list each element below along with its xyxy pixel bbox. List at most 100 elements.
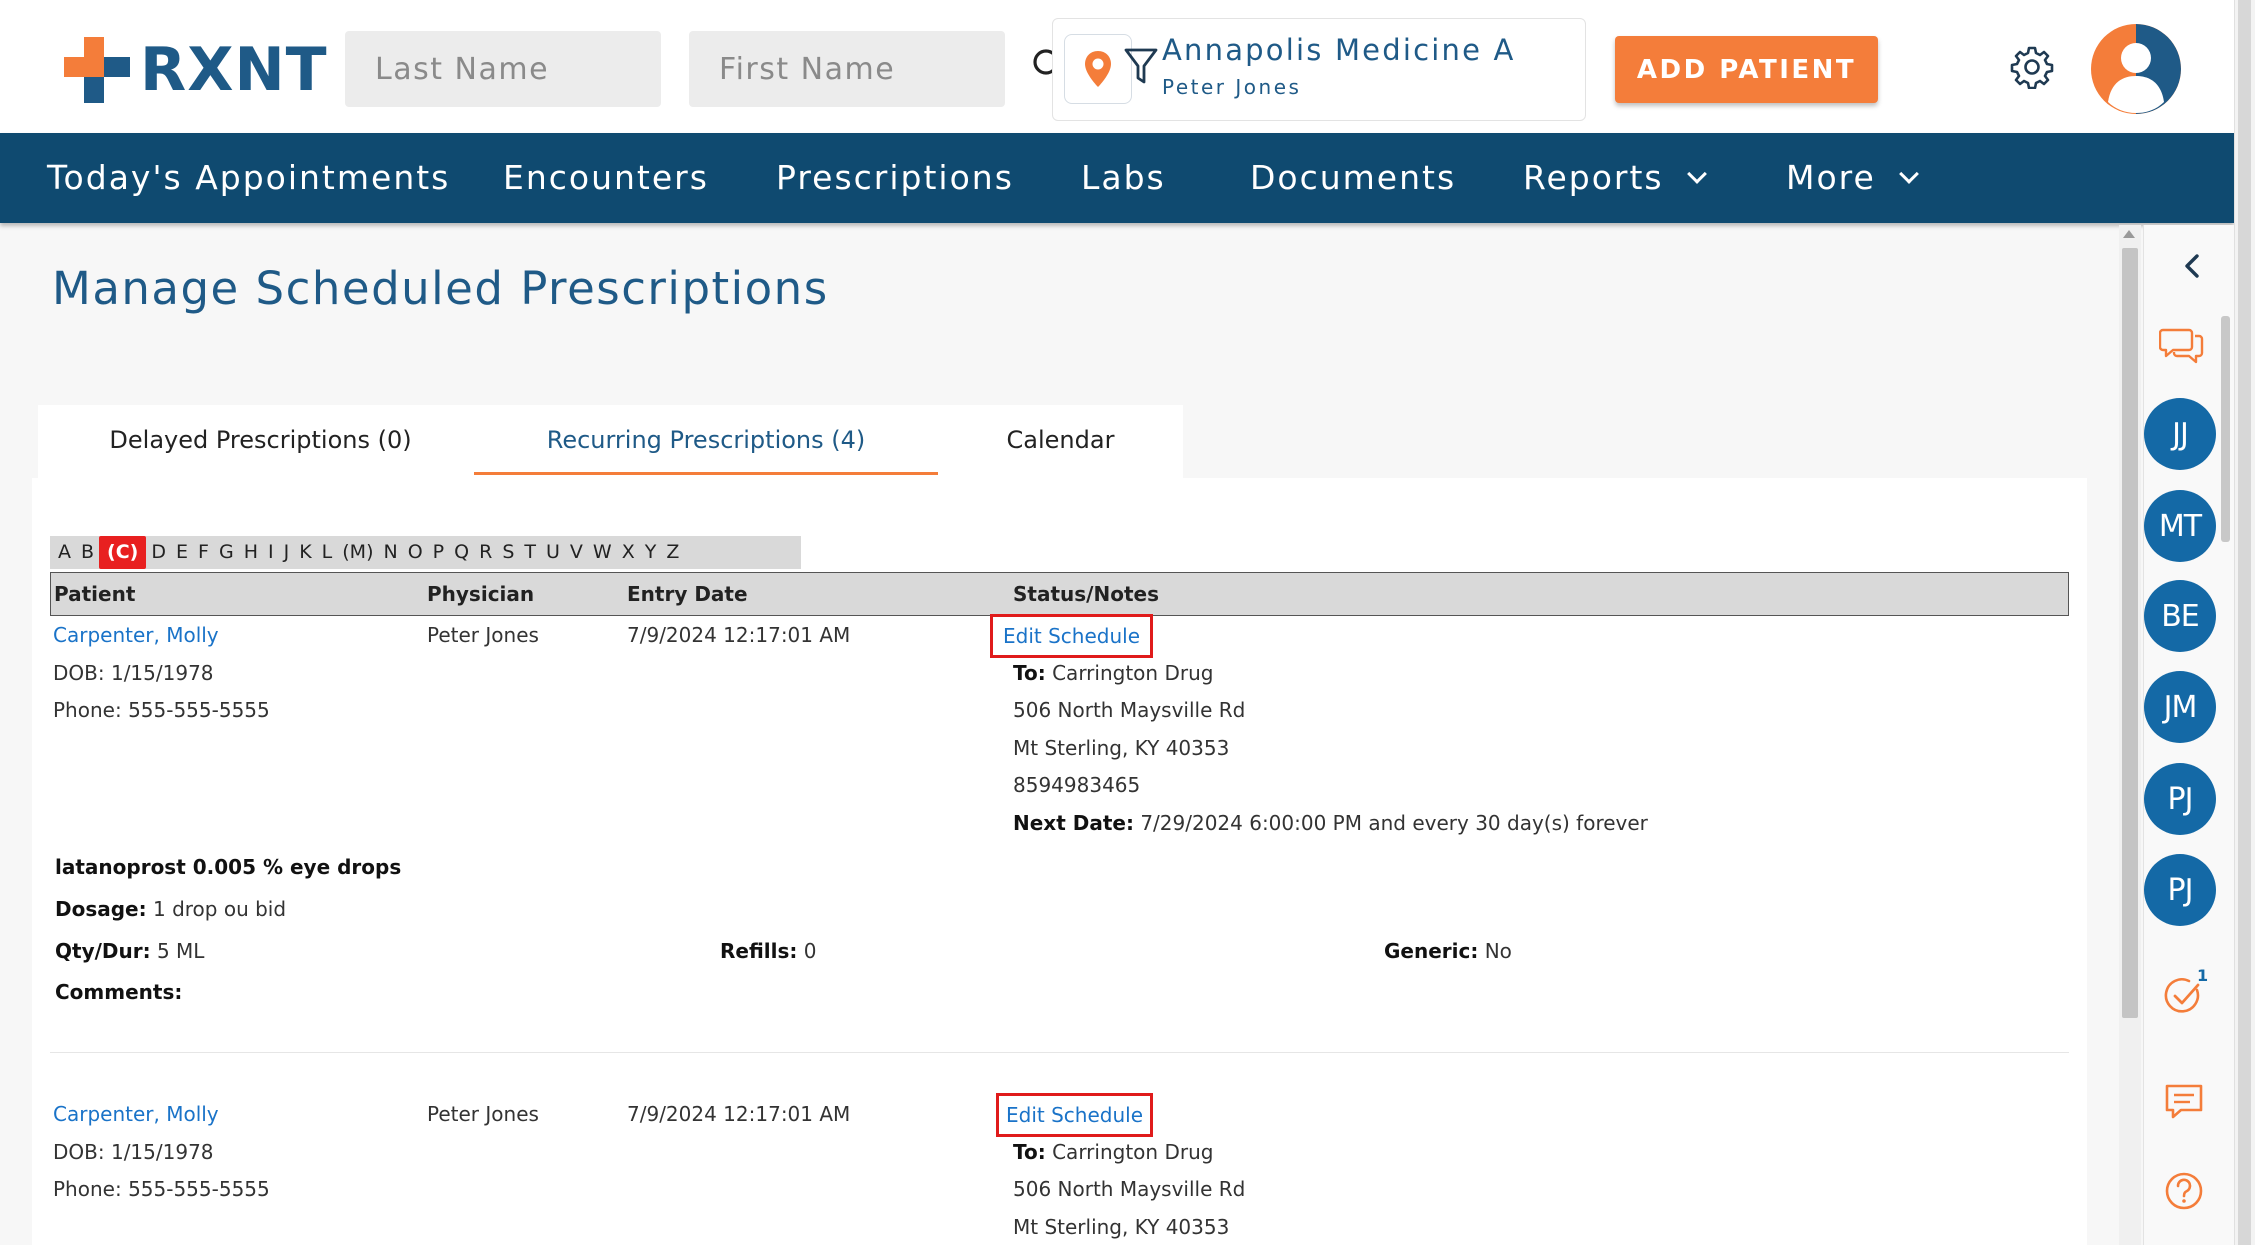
alpha-filter-p[interactable]: P — [428, 536, 449, 569]
row-divider — [50, 1052, 2069, 1053]
nav-prescriptions[interactable]: Prescriptions — [776, 133, 1014, 223]
column-header-patient[interactable]: Patient — [54, 582, 135, 606]
user-avatar[interactable] — [2091, 24, 2181, 114]
edit-schedule-button[interactable]: Edit Schedule — [990, 614, 1153, 658]
column-header-status: Status/Notes — [1013, 582, 1159, 606]
page-scrollbar-thumb[interactable] — [2238, 0, 2251, 1245]
alpha-filter-a[interactable]: A — [53, 536, 76, 569]
alpha-filter-s[interactable]: S — [497, 536, 519, 569]
nav-todays-appointments[interactable]: Today's Appointments — [47, 133, 450, 223]
nav-encounters[interactable]: Encounters — [503, 133, 709, 223]
alpha-filter-r[interactable]: R — [474, 536, 497, 569]
alpha-filter-x[interactable]: X — [617, 536, 640, 569]
dob-label: DOB: — [53, 661, 105, 685]
next-date-value: 7/29/2024 6:00:00 PM and every 30 day(s)… — [1140, 811, 1648, 835]
pharmacy-phone: 8594983465 — [1013, 773, 1141, 797]
pharmacy-address-line2: Mt Sterling, KY 40353 — [1013, 736, 1230, 760]
scroll-up-arrow-icon[interactable] — [2123, 230, 2135, 238]
dob-value: 1/15/1978 — [110, 661, 214, 685]
patient-name-link[interactable]: Carpenter, Molly — [53, 623, 219, 647]
collapse-rail-chevron-icon[interactable] — [2181, 252, 2203, 280]
alpha-filter-f[interactable]: F — [193, 536, 214, 569]
filter-icon[interactable] — [1124, 46, 1158, 86]
tasks-badge: 1 — [2197, 966, 2209, 985]
alpha-filter-e[interactable]: E — [171, 536, 193, 569]
dosage-value: 1 drop ou bid — [152, 897, 287, 921]
nav-documents[interactable]: Documents — [1250, 133, 1456, 223]
alpha-filter-c[interactable]: (C) — [99, 536, 147, 569]
to-label: To: — [1013, 1140, 1046, 1164]
rail-user-avatar-be[interactable]: BE — [2144, 580, 2216, 652]
comments: Comments: — [55, 980, 182, 1004]
rail-user-avatar-mt[interactable]: MT — [2144, 490, 2216, 562]
chevron-down-icon — [1898, 164, 1919, 184]
patient-name-link[interactable]: Carpenter, Molly — [53, 1102, 219, 1126]
tab-recurring-prescriptions[interactable]: Recurring Prescriptions (4) — [474, 405, 938, 475]
alpha-filter-z[interactable]: Z — [661, 536, 684, 569]
alpha-filter-i[interactable]: I — [263, 536, 279, 569]
qty-label: Qty/Dur: — [55, 939, 151, 963]
dosage-label: Dosage: — [55, 897, 147, 921]
quantity-duration: Qty/Dur: 5 ML — [55, 939, 204, 963]
refills-label: Refills: — [720, 939, 798, 963]
first-name-input[interactable] — [689, 31, 1005, 107]
nav-labs[interactable]: Labs — [1081, 133, 1166, 223]
next-date-label: Next Date: — [1013, 811, 1134, 835]
alpha-filter-l[interactable]: L — [317, 536, 338, 569]
patient-dob: DOB: 1/15/1978 — [53, 661, 214, 685]
physician-name: Peter Jones — [427, 623, 539, 647]
tab-calendar[interactable]: Calendar — [938, 405, 1183, 475]
rail-scrollbar-thumb[interactable] — [2221, 316, 2230, 542]
patient-phone: Phone: 555-555-5555 — [53, 1177, 270, 1201]
pharmacy-address-line1: 506 North Maysville Rd — [1013, 1177, 1246, 1201]
pharmacy-address-line2: Mt Sterling, KY 40353 — [1013, 1215, 1230, 1239]
alpha-filter-y[interactable]: Y — [640, 536, 662, 569]
tab-delayed-prescriptions[interactable]: Delayed Prescriptions (0) — [38, 405, 483, 475]
nav-reports[interactable]: Reports — [1523, 133, 1707, 223]
pharmacy-name: To: Carrington Drug — [1013, 1140, 1213, 1164]
alpha-filter-g[interactable]: G — [214, 536, 239, 569]
column-header-entry-date[interactable]: Entry Date — [627, 582, 748, 606]
alpha-filter-b[interactable]: B — [76, 536, 99, 569]
dob-label: DOB: — [53, 1140, 105, 1164]
alpha-filter-h[interactable]: H — [239, 536, 263, 569]
map-pin-icon — [1085, 51, 1111, 87]
content-scrollbar-thumb[interactable] — [2122, 248, 2138, 1018]
rail-user-avatar-jj[interactable]: JJ — [2144, 398, 2216, 470]
patient-dob: DOB: 1/15/1978 — [53, 1140, 214, 1164]
next-date: Next Date: 7/29/2024 6:00:00 PM and ever… — [1013, 811, 1648, 835]
gear-icon[interactable] — [2010, 45, 2054, 89]
rail-user-avatar-pj[interactable]: PJ — [2144, 854, 2216, 926]
message-icon[interactable] — [2164, 1083, 2204, 1121]
comments-label: Comments: — [55, 980, 183, 1004]
dob-value: 1/15/1978 — [110, 1140, 214, 1164]
nav-more[interactable]: More — [1786, 133, 1919, 223]
rxnt-logo[interactable]: RXNT — [62, 34, 328, 106]
alpha-filter-k[interactable]: K — [294, 536, 316, 569]
generic-label: Generic: — [1384, 939, 1479, 963]
add-patient-button[interactable]: ADD PATIENT — [1615, 36, 1878, 103]
medication-name: latanoprost 0.005 % eye drops — [55, 855, 402, 879]
location-pin-button[interactable] — [1064, 34, 1132, 104]
last-name-input[interactable] — [345, 31, 661, 107]
rail-user-avatar-jm[interactable]: JM — [2144, 671, 2216, 743]
alpha-filter-o[interactable]: O — [403, 536, 428, 569]
help-icon[interactable] — [2164, 1171, 2204, 1211]
alpha-filter-q[interactable]: Q — [449, 536, 474, 569]
alpha-filter-d[interactable]: D — [146, 536, 171, 569]
alpha-filter-j[interactable]: J — [279, 536, 295, 569]
alpha-filter-n[interactable]: N — [378, 536, 402, 569]
column-header-physician[interactable]: Physician — [427, 582, 534, 606]
edit-schedule-button[interactable]: Edit Schedule — [996, 1093, 1153, 1137]
user-avatar-icon — [2108, 24, 2181, 114]
alpha-filter-t[interactable]: T — [519, 536, 541, 569]
rail-user-avatar-pj[interactable]: PJ — [2144, 763, 2216, 835]
alpha-filter-m[interactable]: (M) — [337, 536, 378, 569]
logo-text: RXNT — [140, 35, 328, 105]
chat-bubbles-icon[interactable] — [2159, 324, 2205, 366]
alpha-filter-u[interactable]: U — [541, 536, 565, 569]
pharmacy-address-line1: 506 North Maysville Rd — [1013, 698, 1246, 722]
rxnt-cross-icon — [64, 37, 130, 103]
alpha-filter-v[interactable]: V — [565, 536, 588, 569]
alpha-filter-w[interactable]: W — [588, 536, 617, 569]
